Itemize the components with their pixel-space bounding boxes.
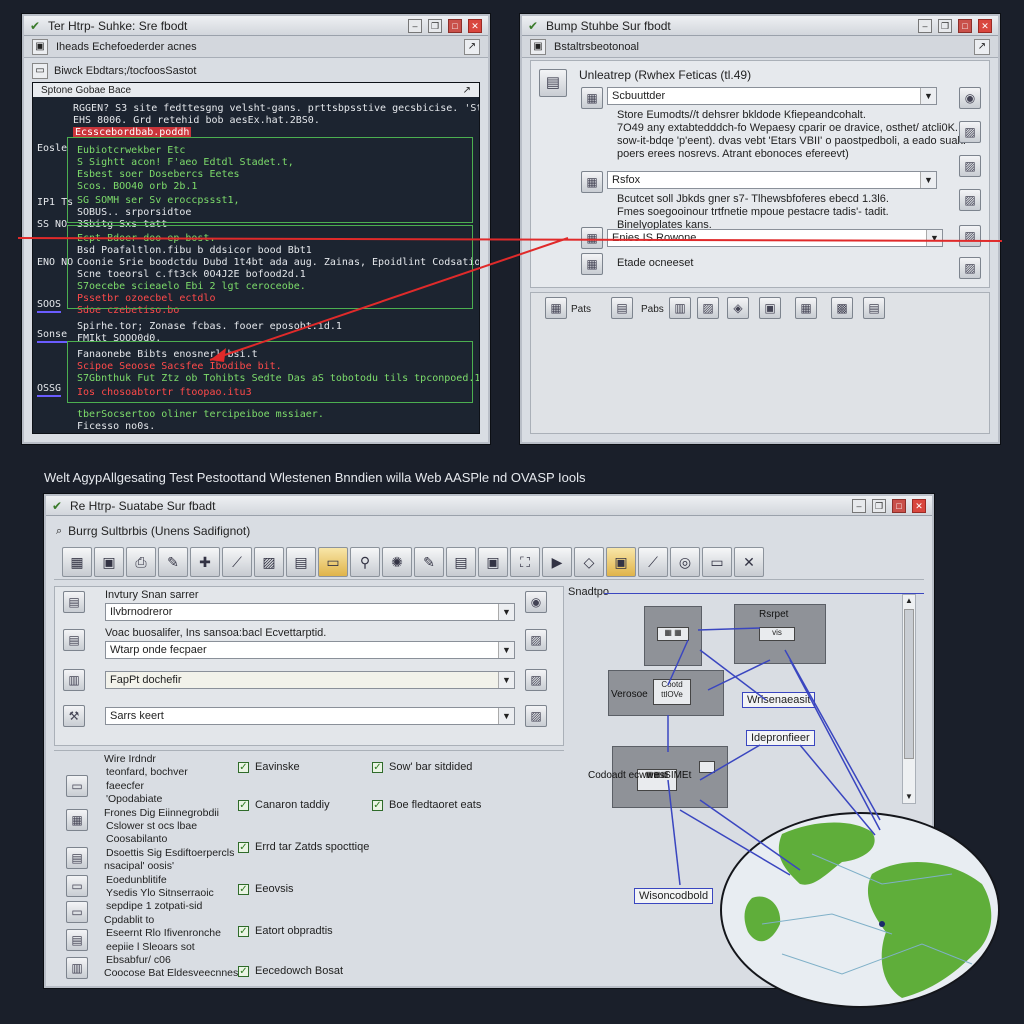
connector-overlay [17, 237, 1003, 886]
blue-connectors [667, 627, 881, 886]
red-divider-line [17, 237, 1003, 242]
red-arrow-head [210, 348, 226, 362]
red-arrow-line [209, 237, 569, 361]
